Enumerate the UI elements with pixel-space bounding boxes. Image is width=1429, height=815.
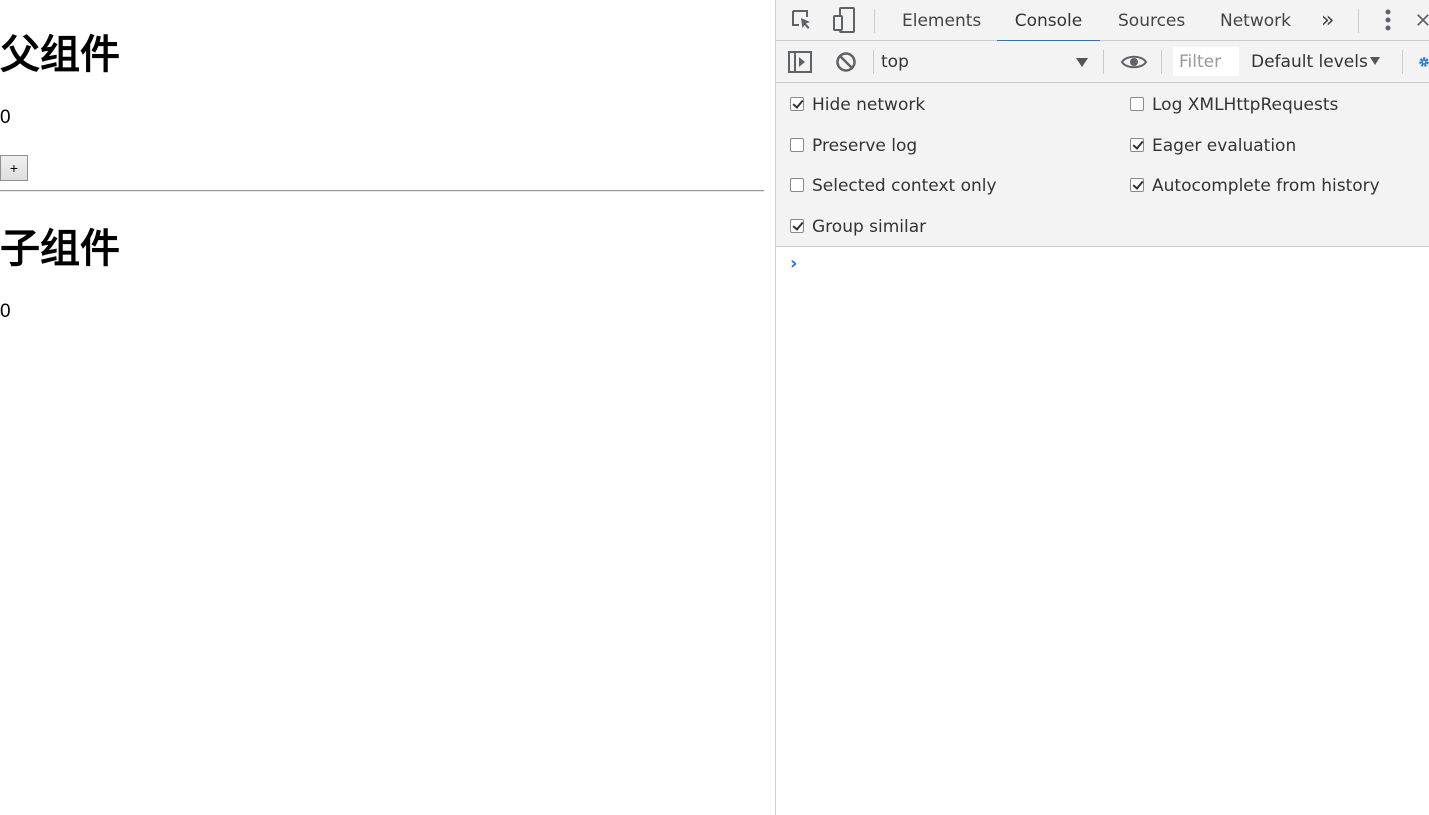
kebab-menu-icon[interactable] xyxy=(1376,8,1400,32)
settings-gear-icon[interactable] xyxy=(1418,50,1429,74)
console-toolbar: top Filter Default levels xyxy=(776,41,1429,83)
sidebar-toggle-icon[interactable] xyxy=(788,50,812,74)
autocomplete-history-label: Autocomplete from history xyxy=(1152,176,1380,196)
hide-network-label: Hide network xyxy=(812,95,926,115)
selected-context-label: Selected context only xyxy=(812,176,997,196)
filter-input[interactable]: Filter xyxy=(1173,47,1239,76)
console-prompt-icon: › xyxy=(790,253,798,274)
toolbar-separator xyxy=(1358,9,1359,33)
clear-console-icon[interactable] xyxy=(834,50,858,74)
console-settings-panel: Hide network Preserve log Selected conte… xyxy=(776,83,1429,247)
levels-dropdown-icon[interactable] xyxy=(1370,57,1380,65)
eye-icon[interactable] xyxy=(1121,50,1147,74)
eager-evaluation-label: Eager evaluation xyxy=(1152,136,1297,156)
child-count: 0 xyxy=(0,301,11,322)
log-xhr-checkbox[interactable] xyxy=(1130,97,1144,111)
child-heading: 子组件 xyxy=(0,226,120,272)
more-tabs-icon[interactable]: » xyxy=(1321,0,1334,41)
parent-count: 0 xyxy=(0,107,11,128)
webpage-viewport: 父组件 0 + 子组件 0 xyxy=(0,0,775,815)
toolbar-separator xyxy=(873,50,874,74)
toolbar-separator xyxy=(1161,50,1162,74)
toolbar-separator xyxy=(1103,50,1104,74)
selected-context-checkbox[interactable] xyxy=(790,178,804,192)
autocomplete-history-checkbox[interactable] xyxy=(1130,178,1144,192)
group-similar-checkbox[interactable] xyxy=(790,219,804,233)
tab-elements[interactable]: Elements xyxy=(902,0,981,41)
eager-evaluation-checkbox[interactable] xyxy=(1130,138,1144,152)
devtools-tabbar: Elements Console Sources Network » xyxy=(776,0,1429,42)
tab-console[interactable]: Console xyxy=(997,0,1100,42)
divider xyxy=(0,190,764,192)
close-icon[interactable] xyxy=(1416,8,1429,32)
tab-network[interactable]: Network xyxy=(1220,0,1291,41)
context-dropdown-icon[interactable] xyxy=(1076,58,1088,67)
tab-sources[interactable]: Sources xyxy=(1118,0,1185,41)
toolbar-separator xyxy=(874,9,875,33)
context-selector[interactable]: top xyxy=(881,41,909,82)
console-output[interactable]: › xyxy=(776,247,1429,815)
device-toolbar-icon[interactable] xyxy=(832,7,856,33)
increment-button[interactable]: + xyxy=(0,155,28,181)
toolbar-separator xyxy=(1402,50,1403,74)
hide-network-checkbox[interactable] xyxy=(790,97,804,111)
preserve-log-checkbox[interactable] xyxy=(790,138,804,152)
preserve-log-label: Preserve log xyxy=(812,136,918,156)
log-xhr-label: Log XMLHttpRequests xyxy=(1152,95,1339,115)
devtools-panel: Elements Console Sources Network » top F… xyxy=(775,0,1429,815)
group-similar-label: Group similar xyxy=(812,217,927,237)
parent-heading: 父组件 xyxy=(0,32,120,78)
inspect-element-icon[interactable] xyxy=(790,8,814,32)
log-levels-dropdown[interactable]: Default levels xyxy=(1251,41,1368,84)
